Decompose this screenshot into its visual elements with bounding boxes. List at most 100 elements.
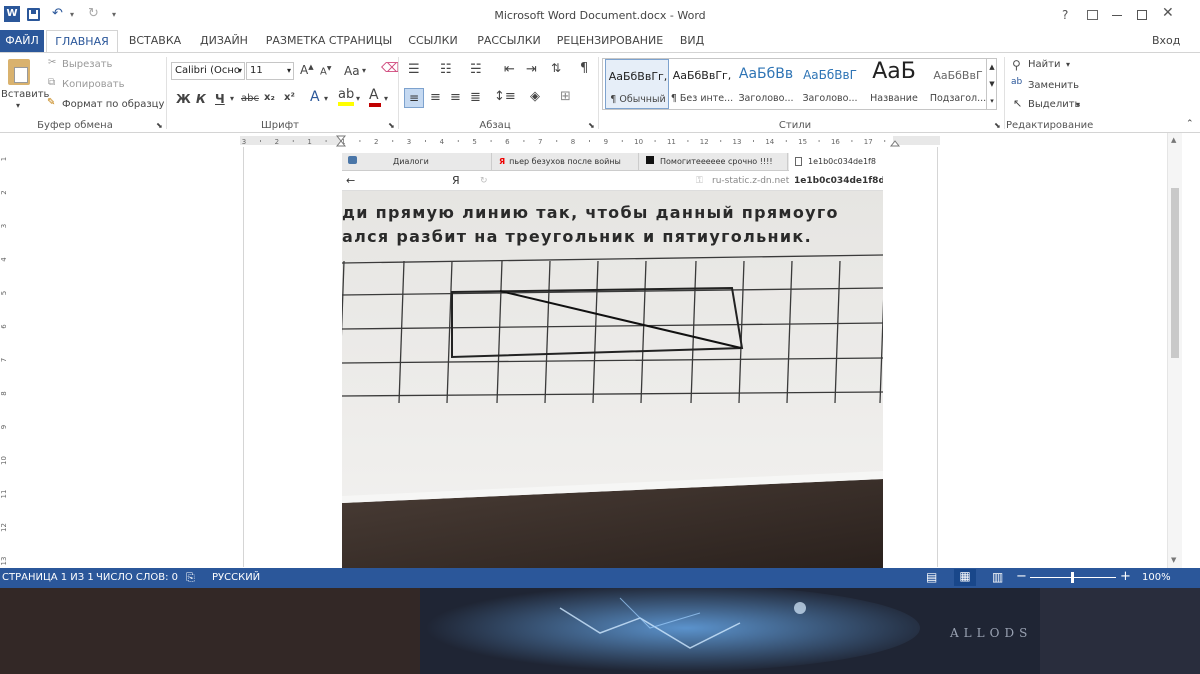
print-layout-icon[interactable]: ▦ (954, 569, 976, 586)
web-layout-icon[interactable]: ▥ (992, 570, 1003, 584)
word-count-status[interactable]: ЧИСЛО СЛОВ: 0 (96, 572, 178, 583)
underline-button[interactable]: Ч (215, 92, 225, 106)
shrink-font-icon[interactable]: A▼ (320, 65, 331, 77)
tab-view[interactable]: ВИД (672, 30, 712, 52)
align-left-icon[interactable]: ≡ (404, 88, 424, 108)
find-dropdown-icon[interactable]: ▾ (1066, 60, 1070, 69)
select-dropdown-icon[interactable]: ▾ (1076, 100, 1080, 109)
superscript-button[interactable]: x² (284, 92, 295, 103)
style-subtitle[interactable]: АаБбВвГ Подзагол... (926, 59, 990, 109)
ribbon-display-options-icon[interactable] (1087, 10, 1098, 20)
clear-formatting-icon[interactable]: ⌫ (381, 61, 399, 76)
format-painter-icon[interactable]: ✎ (47, 97, 55, 108)
select-button[interactable]: Выделить (1028, 99, 1080, 110)
subscript-button[interactable]: x₂ (264, 92, 275, 103)
styles-more-icon[interactable]: ▾ (986, 93, 997, 109)
strikethrough-button[interactable]: abc (241, 93, 259, 104)
tab-references[interactable]: ССЫЛКИ (402, 30, 464, 52)
scroll-thumb[interactable] (1171, 188, 1179, 358)
tab-mailings[interactable]: РАССЫЛКИ (470, 30, 548, 52)
language-status[interactable]: РУССКИЙ (212, 572, 260, 583)
back-arrow-icon[interactable]: ← (346, 171, 355, 191)
style-heading-1[interactable]: АаБбВв Заголово... (734, 59, 798, 109)
justify-icon[interactable]: ≣ (470, 90, 481, 105)
tab-file[interactable]: ФАЙЛ (0, 30, 44, 52)
replace-button[interactable]: Заменить (1028, 80, 1079, 91)
find-button[interactable]: Найти (1028, 59, 1060, 70)
horizontal-ruler[interactable]: 3 2 1 1 2 3 4 5 6 7 8 9 10 11 12 13 14 15 16 17 (240, 134, 940, 147)
change-case-dropdown-icon[interactable]: ▾ (362, 66, 366, 75)
style-no-spacing[interactable]: АаБбВвГг, ¶ Без инте... (670, 59, 734, 109)
maximize-button[interactable] (1137, 10, 1147, 20)
text-effects-icon[interactable]: A (310, 89, 320, 105)
url-path[interactable]: 1e1b0c034de1f8dfc (794, 171, 883, 191)
clipboard-launcher-icon[interactable]: ⬊ (156, 121, 163, 130)
borders-icon[interactable]: ⊞ (560, 89, 571, 104)
line-spacing-icon[interactable]: ↕≡ (494, 89, 516, 104)
close-button[interactable]: ✕ (1162, 5, 1174, 21)
bullets-icon[interactable]: ☰ (408, 62, 420, 77)
collapse-ribbon-icon[interactable]: ⌃ (1186, 119, 1194, 129)
minimize-button[interactable] (1112, 15, 1122, 16)
zoom-out-button[interactable]: − (1016, 569, 1027, 584)
decrease-indent-icon[interactable]: ⇤ (504, 62, 515, 77)
tab-review[interactable]: РЕЦЕНЗИРОВАНИЕ (554, 30, 666, 52)
align-right-icon[interactable]: ≡ (450, 90, 461, 105)
select-icon[interactable]: ↖ (1013, 97, 1022, 110)
page-count-status[interactable]: СТРАНИЦА 1 ИЗ 1 (2, 572, 94, 583)
bold-button[interactable]: Ж (176, 92, 191, 106)
font-color-dropdown-icon[interactable]: ▾ (384, 94, 388, 103)
increase-indent-icon[interactable]: ⇥ (526, 62, 537, 77)
browser-tab[interactable]: Япьер безухов после войны (493, 153, 639, 171)
change-case-button[interactable]: Aa (344, 64, 360, 78)
underline-dropdown-icon[interactable]: ▾ (230, 94, 234, 103)
italic-button[interactable]: К (196, 92, 206, 106)
yandex-search-icon[interactable]: Я (452, 171, 460, 191)
multilevel-list-icon[interactable]: ☵ (470, 62, 482, 77)
paste-icon[interactable] (8, 59, 30, 85)
zoom-level[interactable]: 100% (1142, 572, 1171, 583)
highlight-color-icon[interactable]: ab (338, 87, 354, 106)
paste-button[interactable]: Вставить (1, 89, 49, 100)
scroll-down-icon[interactable]: ▼ (1171, 556, 1176, 564)
proofing-icon[interactable]: ⎘ (186, 571, 195, 585)
url-host[interactable]: ru-static.z-dn.net (712, 171, 789, 191)
numbering-icon[interactable]: ☷ (440, 62, 452, 77)
pasted-screenshot-image[interactable]: Диалоги Япьер безухов после войны Помоги… (342, 153, 883, 568)
vertical-ruler[interactable]: 12345678910111213 (0, 147, 12, 567)
sort-icon[interactable]: ⇅ (551, 61, 561, 75)
tab-insert[interactable]: ВСТАВКА (122, 30, 188, 52)
styles-scroll-up-icon[interactable]: ▲ (986, 59, 997, 76)
paste-dropdown-icon[interactable]: ▾ (16, 101, 20, 110)
grow-font-icon[interactable]: A▲ (300, 63, 314, 77)
copy-button[interactable]: Копировать (62, 79, 124, 90)
sign-in-link[interactable]: Вход (1152, 30, 1200, 52)
tab-page-layout[interactable]: РАЗМЕТКА СТРАНИЦЫ (262, 30, 396, 52)
text-effects-dropdown-icon[interactable]: ▾ (324, 94, 328, 103)
read-mode-icon[interactable]: ▤ (926, 570, 937, 584)
font-size-dropdown[interactable]: 11 ▾ (246, 62, 294, 80)
browser-tab[interactable]: Помогитееееее срочно !!!! (640, 153, 788, 171)
reload-icon[interactable]: ↻ (480, 171, 488, 191)
styles-gallery[interactable]: АаБбВвГг, ¶ Обычный АаБбВвГг, ¶ Без инте..… (602, 58, 997, 110)
cut-icon[interactable]: ✂ (48, 57, 56, 68)
browser-tab[interactable]: Диалоги (342, 153, 492, 171)
tab-home[interactable]: ГЛАВНАЯ (46, 30, 118, 52)
highlight-dropdown-icon[interactable]: ▾ (356, 94, 360, 103)
paragraph-launcher-icon[interactable]: ⬊ (588, 121, 595, 130)
shading-icon[interactable]: ◈ (530, 89, 540, 104)
styles-launcher-icon[interactable]: ⬊ (994, 121, 1001, 130)
style-heading-2[interactable]: АаБбВвГ Заголово... (798, 59, 862, 109)
font-color-icon[interactable]: A (369, 87, 381, 107)
vertical-scrollbar[interactable]: ▲ ▼ (1167, 133, 1182, 568)
font-name-dropdown[interactable]: Calibri (Осно ▾ (171, 62, 245, 80)
copy-icon[interactable]: ⧉ (48, 77, 55, 88)
cut-button[interactable]: Вырезать (62, 59, 112, 70)
tab-design[interactable]: ДИЗАЙН (194, 30, 254, 52)
browser-tab[interactable]: 1e1b0c034de1f8 (789, 153, 883, 171)
styles-scroll-down-icon[interactable]: ▼ (986, 76, 997, 93)
replace-icon[interactable]: ab (1011, 77, 1022, 87)
help-button[interactable]: ? (1062, 8, 1068, 22)
style-title[interactable]: АаБ Название (862, 59, 926, 109)
scroll-up-icon[interactable]: ▲ (1171, 136, 1176, 144)
